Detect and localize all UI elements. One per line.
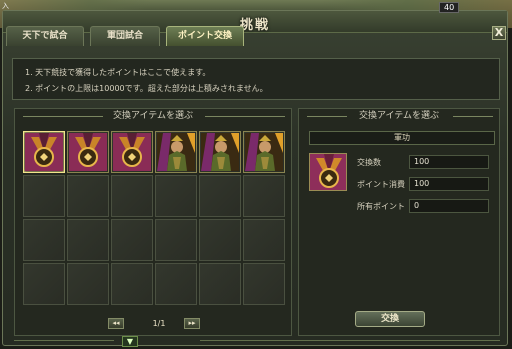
bottom-rule-left (14, 340, 114, 341)
tab-tenka-match[interactable]: 天下で試合 (6, 26, 84, 46)
item-slot[interactable] (111, 131, 153, 173)
medal-item-art (113, 133, 151, 171)
exchange-detail-title: 交換アイテムを選ぶ (358, 111, 440, 121)
item-slot[interactable] (111, 263, 153, 305)
tab-legion-match[interactable]: 軍団試合 (90, 26, 160, 46)
general-item-art (245, 133, 283, 171)
level-badge: 40 (439, 2, 460, 13)
item-slot[interactable] (155, 131, 197, 173)
owned-points-label: 所有ポイント (357, 202, 405, 211)
prev-page-button[interactable]: ◂◂ (108, 318, 124, 329)
medal-icon (113, 133, 151, 171)
general-icon (245, 133, 283, 171)
item-slot[interactable] (155, 219, 197, 261)
general-icon (201, 133, 239, 171)
medal-icon (25, 133, 63, 171)
medal-item-art (25, 133, 63, 171)
item-slot[interactable] (243, 219, 285, 261)
exchange-count-label: 交換数 (357, 158, 381, 167)
item-slot[interactable] (155, 263, 197, 305)
info-line-2: 2. ポイントの上限は10000です。超えた部分は上積みされません。 (25, 84, 268, 93)
info-line-1: 1. 天下競技で獲得したポイントはここで使えます。 (25, 68, 211, 77)
item-slot[interactable] (111, 175, 153, 217)
close-button[interactable]: X (492, 26, 506, 40)
item-slot[interactable] (243, 263, 285, 305)
exchange-count-field[interactable]: 100 (409, 155, 489, 169)
general-icon (157, 133, 195, 171)
item-slot[interactable] (243, 175, 285, 217)
item-slot[interactable] (23, 219, 65, 261)
general-item-art (157, 133, 195, 171)
exchange-detail-panel: 交換アイテムを選ぶ 軍功 交換数 100 ポイント消費 100 所有ポイント 0… (298, 108, 500, 336)
item-slot[interactable] (23, 131, 65, 173)
info-box: 1. 天下競技で獲得したポイントはここで使えます。 2. ポイントの上限は100… (12, 58, 500, 100)
medal-icon (310, 154, 346, 190)
item-slot[interactable] (67, 175, 109, 217)
item-slot[interactable] (199, 131, 241, 173)
item-slot[interactable] (199, 175, 241, 217)
point-cost-field: 100 (409, 177, 489, 191)
bottom-rule-right (200, 340, 500, 341)
page-indicator: 1/1 (152, 319, 166, 328)
point-cost-label: ポイント消費 (357, 180, 405, 189)
item-slot[interactable] (23, 263, 65, 305)
medal-item-art (69, 133, 107, 171)
medal-icon (69, 133, 107, 171)
next-page-button[interactable]: ▸▸ (184, 318, 200, 329)
item-slot[interactable] (67, 131, 109, 173)
item-slot[interactable] (199, 263, 241, 305)
item-select-panel: 交換アイテムを選ぶ (14, 108, 292, 336)
expand-down-button[interactable]: ▼ (122, 336, 138, 347)
item-slot[interactable] (67, 219, 109, 261)
tab-point-exchange[interactable]: ポイント交換 (166, 26, 244, 46)
general-item-art (201, 133, 239, 171)
item-slot[interactable] (243, 131, 285, 173)
item-category-bar: 軍功 (309, 131, 495, 145)
item-slot[interactable] (111, 219, 153, 261)
item-slot[interactable] (155, 175, 197, 217)
owned-points-field: 0 (409, 199, 489, 213)
item-slot[interactable] (67, 263, 109, 305)
exchange-button[interactable]: 交換 (355, 311, 425, 327)
selected-item-icon (309, 153, 347, 191)
item-slot[interactable] (23, 175, 65, 217)
item-slot[interactable] (199, 219, 241, 261)
item-select-title: 交換アイテムを選ぶ (112, 111, 194, 121)
